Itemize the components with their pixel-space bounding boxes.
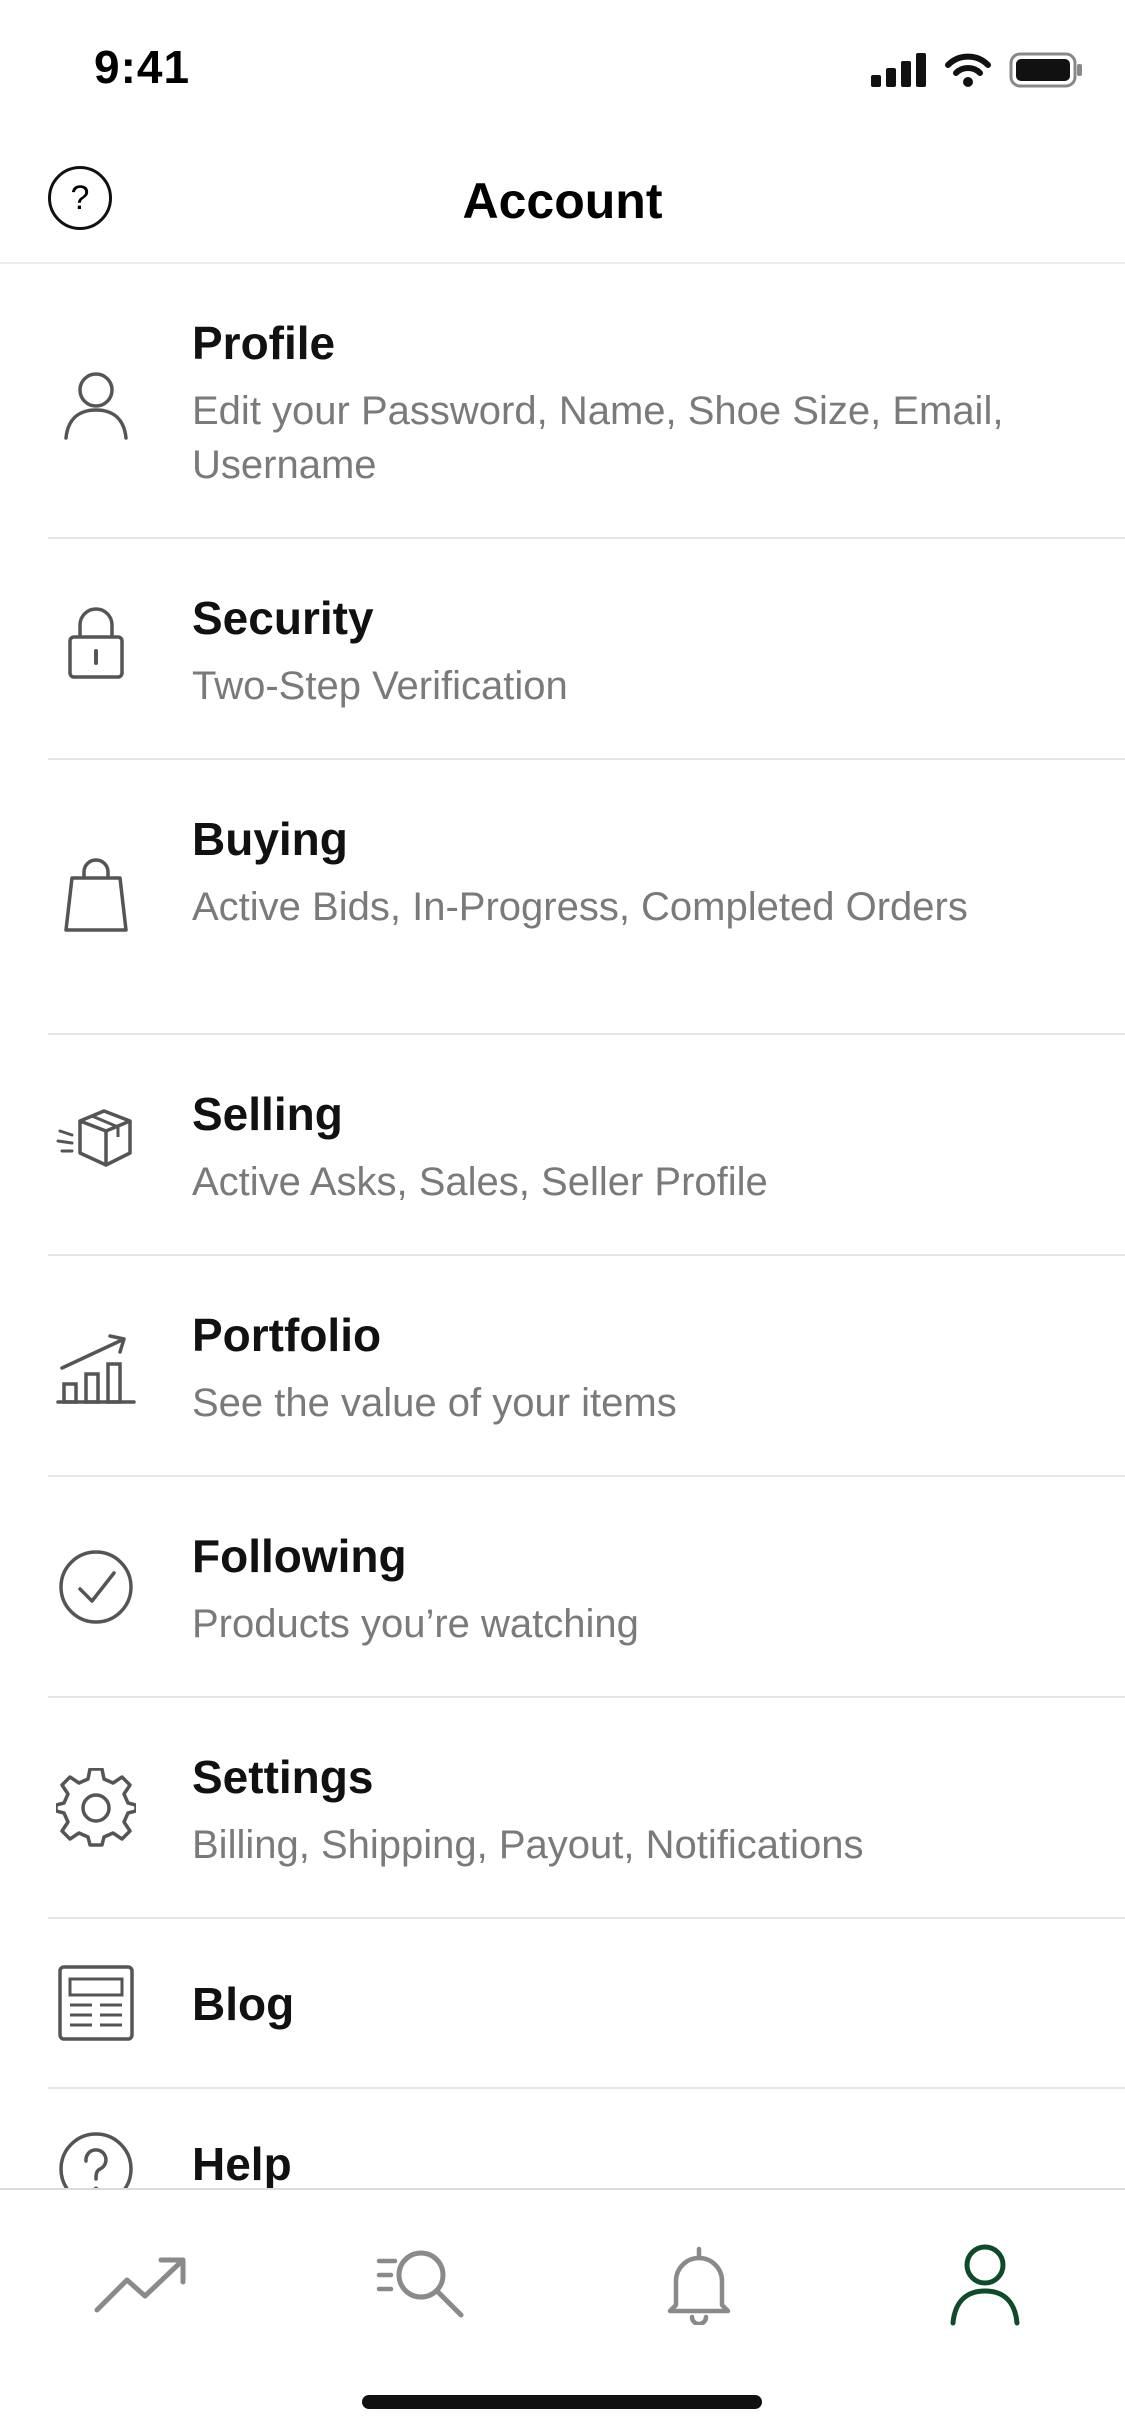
battery-icon [1009, 52, 1082, 88]
nav-header: ? Account [0, 132, 1125, 264]
page-title: Account [462, 173, 663, 229]
home-indicator [362, 2395, 762, 2409]
menu-item-title: Selling [192, 1088, 343, 1140]
shopping-bag-icon [64, 858, 128, 932]
menu-item-subtitle: Billing, Shipping, Payout, Notifications [192, 1823, 864, 1867]
tab-search[interactable] [368, 2230, 478, 2340]
menu-item-title: Following [192, 1530, 407, 1582]
cellular-signal-icon [871, 53, 926, 87]
menu-item-profile[interactable]: Profile Edit your Password, Name, Shoe S… [0, 264, 1125, 539]
lock-icon [68, 607, 124, 679]
trending-icon [94, 2257, 186, 2313]
newspaper-icon [58, 1965, 134, 2041]
menu-item-help[interactable]: Help [0, 2089, 1125, 2188]
box-icon [56, 1109, 132, 1167]
gear-icon [56, 1768, 136, 1847]
status-time: 9:41 [94, 41, 191, 93]
menu-item-title: Blog [192, 1978, 295, 2030]
tab-account[interactable] [930, 2230, 1040, 2340]
menu-item-settings[interactable]: Settings Billing, Shipping, Payout, Noti… [0, 1698, 1125, 1919]
menu-item-following[interactable]: Following Products you’re watching [0, 1477, 1125, 1698]
status-bar: 9:41 [0, 0, 1125, 132]
status-icons [871, 50, 1083, 90]
menu-item-subtitle: Active Asks, Sales, Seller Profile [192, 1160, 768, 1204]
menu-item-subtitle: Products you’re watching [192, 1602, 639, 1646]
wifi-icon [945, 53, 991, 87]
menu-item-buying[interactable]: Buying Active Bids, In-Progress, Complet… [0, 760, 1125, 1035]
bell-icon [667, 2246, 731, 2325]
menu-item-title: Settings [192, 1751, 374, 1803]
menu-item-subtitle: See the value of your items [192, 1381, 677, 1425]
menu-item-title: Profile [192, 317, 336, 369]
menu-item-title: Security [192, 592, 374, 644]
check-circle-icon [59, 1550, 133, 1624]
person-icon [64, 372, 128, 440]
menu-item-subtitle: Two-Step Verification [192, 664, 568, 708]
menu-item-security[interactable]: Security Two-Step Verification [0, 539, 1125, 760]
menu-item-subtitle: Active Bids, In-Progress, Completed Orde… [192, 885, 968, 929]
tab-notifications[interactable] [644, 2230, 754, 2340]
account-menu-list[interactable]: Profile Edit your Password, Name, Shoe S… [0, 264, 1125, 2188]
menu-item-subtitle: Edit your Password, Name, Shoe Size, Ema… [192, 389, 1004, 487]
menu-item-blog[interactable]: Blog [0, 1919, 1125, 2089]
menu-item-title: Buying [192, 813, 348, 865]
menu-item-selling[interactable]: Selling Active Asks, Sales, Seller Profi… [0, 1035, 1125, 1256]
help-circle-icon [59, 2132, 133, 2188]
menu-item-title: Portfolio [192, 1309, 382, 1361]
search-icon [376, 2250, 464, 2318]
tab-trending[interactable] [86, 2230, 196, 2340]
person-icon [950, 2244, 1020, 2326]
menu-item-title: Help [192, 2138, 292, 2188]
menu-item-portfolio[interactable]: Portfolio See the value of your items [0, 1256, 1125, 1477]
bar-chart-icon [56, 1334, 136, 1404]
